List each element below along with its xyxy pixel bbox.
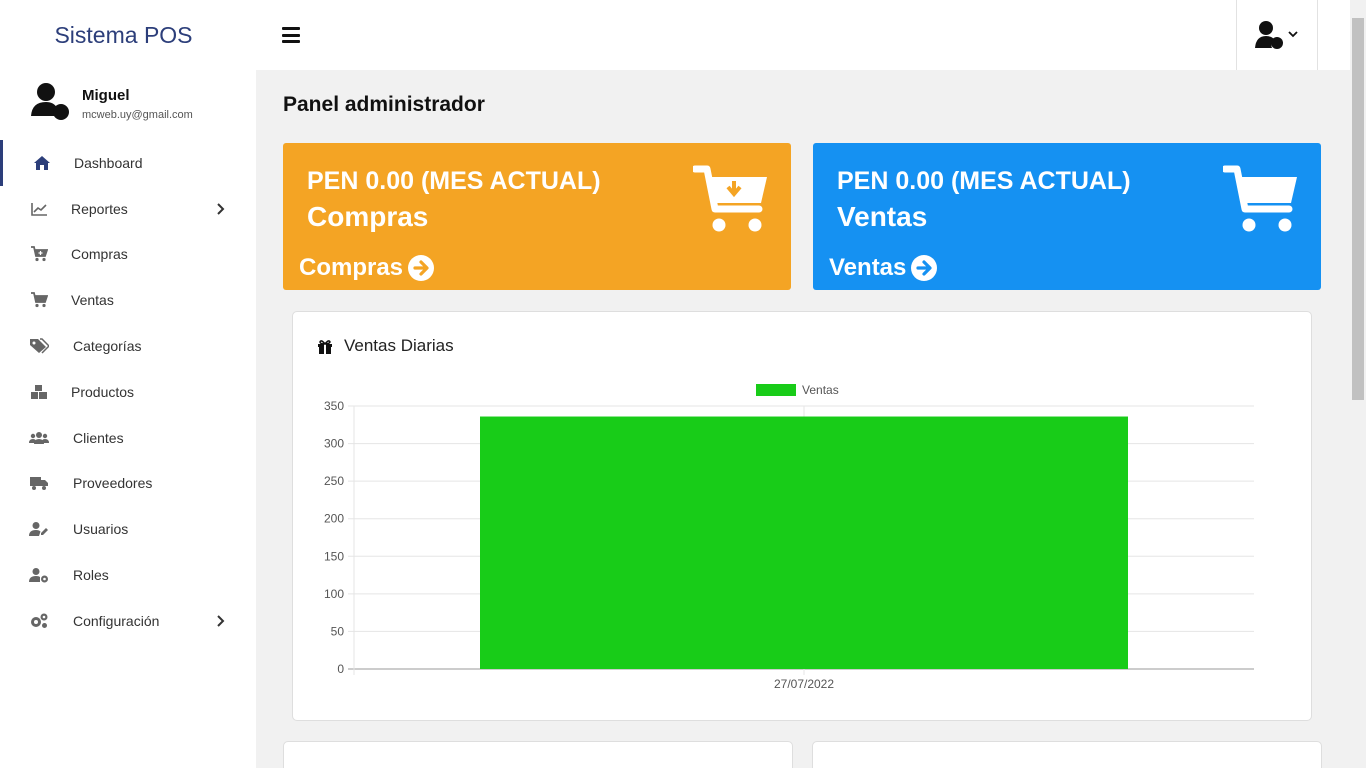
legend-label: Ventas [802, 383, 839, 397]
chevron-right-icon [217, 615, 225, 627]
sidebar-item-label: Dashboard [74, 154, 143, 171]
card-link-label: Ventas [829, 254, 907, 281]
sidebar-item-label: Configuración [73, 612, 160, 629]
y-tick-label: 200 [324, 512, 344, 526]
sidebar-item-reportes[interactable]: Reportes [0, 186, 256, 232]
sidebar-nav: Dashboard Reportes Compras Ventas Catego… [0, 140, 256, 644]
cart-download-icon [693, 165, 767, 232]
card-amount: PEN 0.00 (MES ACTUAL) [307, 167, 601, 195]
compras-card-link[interactable]: Compras [299, 254, 435, 282]
sidebar-item-proveedores[interactable]: Proveedores [0, 461, 256, 507]
arrow-circle-right-icon [911, 255, 938, 281]
cart-plus-icon [29, 244, 49, 264]
sidebar-item-label: Ventas [71, 292, 114, 309]
page-scrollbar[interactable] [1350, 0, 1366, 768]
sidebar-item-productos[interactable]: Productos [0, 369, 256, 415]
sidebar: Sistema POS Miguel mcweb.uy@gmail.com Da… [0, 0, 256, 768]
menu-toggle-icon[interactable] [282, 27, 300, 43]
y-tick-label: 350 [324, 399, 344, 413]
sidebar-item-label: Categorías [73, 338, 142, 355]
home-icon [32, 153, 52, 173]
scrollbar-thumb[interactable] [1352, 18, 1364, 400]
ventas-diarias-panel: Ventas Diarias 0 50 100 150 200 250 300 350 27/0… [292, 311, 1312, 721]
sidebar-item-clientes[interactable]: Clientes [0, 415, 256, 461]
bar-ventas [480, 416, 1128, 669]
boxes-icon [29, 382, 49, 402]
cart-icon [1223, 165, 1297, 232]
legend-swatch [756, 384, 796, 396]
sidebar-item-label: Proveedores [73, 475, 153, 492]
y-tick-label: 100 [324, 587, 344, 601]
sidebar-item-label: Productos [71, 383, 135, 400]
compras-summary-card: PEN 0.00 (MES ACTUAL) Compras Compras [283, 143, 791, 290]
sidebar-item-ventas[interactable]: Ventas [0, 277, 256, 323]
sidebar-item-compras[interactable]: Compras [0, 232, 256, 278]
user-avatar-icon [31, 83, 69, 120]
y-tick-label: 50 [331, 624, 345, 638]
tags-icon [29, 336, 49, 356]
card-amount: PEN 0.00 (MES ACTUAL) [837, 167, 1131, 195]
bottom-panel-left [283, 741, 793, 768]
y-tick-label: 300 [324, 437, 344, 451]
ventas-summary-card: PEN 0.00 (MES ACTUAL) Ventas Ventas [813, 143, 1321, 290]
bottom-panel-right [812, 741, 1322, 768]
ventas-card-link[interactable]: Ventas [829, 254, 938, 282]
truck-icon [29, 473, 49, 493]
app-title: Sistema POS [54, 21, 193, 48]
bar-chart: 0 50 100 150 200 250 300 350 27/07/2022 Ventas [324, 383, 1254, 691]
sidebar-item-label: Reportes [71, 200, 128, 217]
y-tick-label: 250 [324, 474, 344, 488]
card-link-label: Compras [299, 254, 404, 281]
user-edit-icon [29, 519, 49, 539]
cogs-icon [29, 611, 49, 631]
sidebar-item-roles[interactable]: Roles [0, 552, 256, 598]
sidebar-item-label: Compras [71, 246, 128, 263]
users-icon [29, 428, 49, 448]
sidebar-item-label: Usuarios [73, 521, 129, 538]
x-tick-label: 27/07/2022 [774, 677, 834, 691]
user-avatar-icon [1255, 21, 1298, 49]
cart-icon [29, 290, 49, 310]
card-title: Ventas [837, 201, 928, 232]
sidebar-item-label: Roles [73, 567, 109, 584]
arrow-circle-right-icon [408, 255, 435, 281]
page-title: Panel administrador [283, 93, 485, 116]
user-menu-button[interactable] [1236, 0, 1318, 70]
user-profile: Miguel mcweb.uy@gmail.com [30, 82, 250, 126]
chevron-right-icon [217, 202, 225, 215]
sidebar-item-label: Clientes [73, 429, 124, 446]
sidebar-item-usuarios[interactable]: Usuarios [0, 506, 256, 552]
y-tick-label: 0 [337, 662, 344, 676]
sidebar-item-dashboard[interactable]: Dashboard [0, 140, 256, 186]
user-cog-icon [29, 565, 49, 585]
y-tick-label: 150 [324, 549, 344, 563]
user-email: mcweb.uy@gmail.com [82, 109, 193, 121]
sidebar-item-categorias[interactable]: Categorías [0, 323, 256, 369]
brand-title[interactable]: Sistema POS [0, 0, 256, 70]
user-name: Miguel [82, 87, 130, 104]
top-navbar [256, 0, 1350, 70]
sidebar-item-configuracion[interactable]: Configuración [0, 598, 256, 644]
chart-line-icon [29, 199, 49, 219]
card-title: Compras [307, 201, 429, 232]
